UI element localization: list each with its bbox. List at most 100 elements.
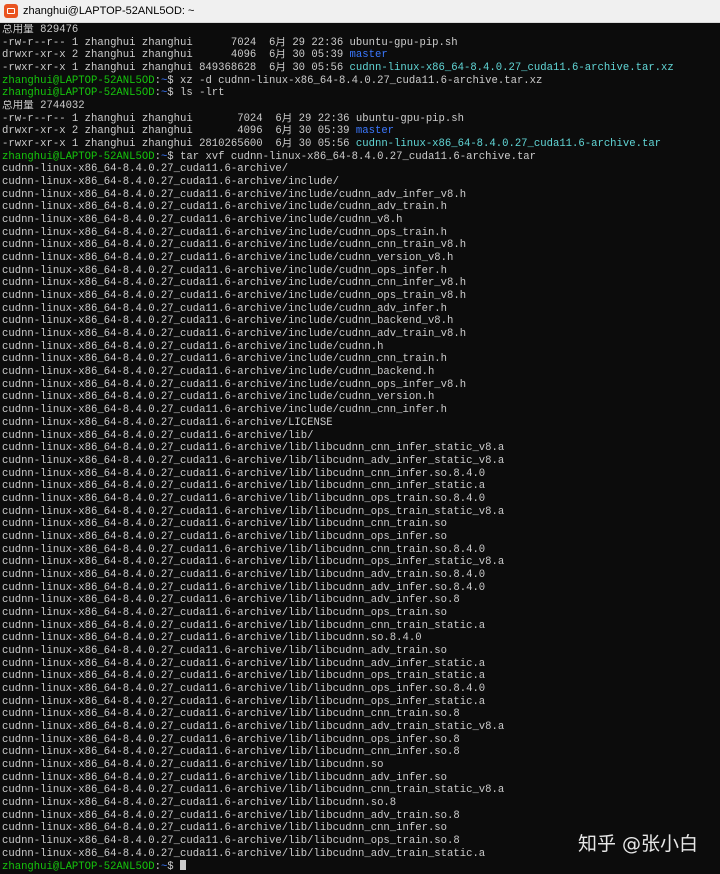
terminal-text: cudnn-linux-x86_64-8.4.0.27_cuda11.6-arc… — [2, 657, 486, 670]
ubuntu-terminal-icon — [4, 4, 18, 18]
terminal-text: 总用量 829476 — [2, 24, 79, 36]
window-titlebar: zhanghui@LAPTOP-52ANL5OD: ~ — [0, 0, 720, 23]
terminal-line: cudnn-linux-x86_64-8.4.0.27_cuda11.6-arc… — [2, 315, 720, 328]
terminal-line: cudnn-linux-x86_64-8.4.0.27_cuda11.6-arc… — [2, 632, 720, 645]
terminal-text: cudnn-linux-x86_64-8.4.0.27_cuda11.6-arc… — [2, 239, 467, 252]
terminal-line: cudnn-linux-x86_64-8.4.0.27_cuda11.6-arc… — [2, 442, 720, 455]
terminal-line: cudnn-linux-x86_64-8.4.0.27_cuda11.6-arc… — [2, 176, 720, 189]
terminal-line: zhanghui@LAPTOP-52ANL5OD:~$ — [2, 860, 720, 873]
terminal-line: cudnn-linux-x86_64-8.4.0.27_cuda11.6-arc… — [2, 784, 720, 797]
terminal-line: cudnn-linux-x86_64-8.4.0.27_cuda11.6-arc… — [2, 417, 720, 430]
terminal-line: cudnn-linux-x86_64-8.4.0.27_cuda11.6-arc… — [2, 797, 720, 810]
terminal-text: cudnn-linux-x86_64-8.4.0.27_cuda11.6-arc… — [2, 404, 448, 417]
terminal-text: cudnn-linux-x86_64-8.4.0.27_cuda11.6-arc… — [2, 771, 448, 784]
terminal-text: cudnn-linux-x86_64-8.4.0.27_cuda11.6-arc… — [2, 442, 505, 455]
terminal-text: cudnn-linux-x86_64-8.4.0.27_cuda11.6-arc… — [2, 252, 454, 265]
terminal-line: cudnn-linux-x86_64-8.4.0.27_cuda11.6-arc… — [2, 696, 720, 709]
terminal-line: cudnn-linux-x86_64-8.4.0.27_cuda11.6-arc… — [2, 658, 720, 671]
terminal-text: -rw-r--r-- 1 zhanghui zhanghui 7024 6月 2… — [2, 36, 458, 49]
terminal-text: cudnn-linux-x86_64-8.4.0.27_cuda11.6-arc… — [2, 226, 448, 239]
prompt-user-host: zhanghui@LAPTOP-52ANL5OD — [2, 87, 155, 100]
terminal-text: cudnn-linux-x86_64-8.4.0.27_cuda11.6-arc… — [2, 467, 486, 480]
terminal-line: cudnn-linux-x86_64-8.4.0.27_cuda11.6-arc… — [2, 468, 720, 481]
terminal-line: cudnn-linux-x86_64-8.4.0.27_cuda11.6-arc… — [2, 430, 720, 443]
terminal-line: cudnn-linux-x86_64-8.4.0.27_cuda11.6-arc… — [2, 772, 720, 785]
terminal-line: cudnn-linux-x86_64-8.4.0.27_cuda11.6-arc… — [2, 759, 720, 772]
terminal-text: cudnn-linux-x86_64-8.4.0.27_cuda11.6-arc… — [2, 188, 467, 201]
terminal-text: 总用量 2744032 — [2, 100, 85, 113]
terminal-line: -rwxr-xr-x 1 zhanghui zhanghui 281026560… — [2, 138, 720, 151]
terminal-text: cudnn-linux-x86_64-8.4.0.27_cuda11.6-arc… — [2, 822, 448, 835]
terminal-text: cudnn-linux-x86_64-8.4.0.27_cuda11.6-arc… — [2, 277, 467, 290]
terminal-text: -rw-r--r-- 1 zhanghui zhanghui 7024 6月 2… — [2, 112, 464, 125]
terminal-text: cudnn-linux-x86_64-8.4.0.27_cuda11.6-arc… — [2, 543, 486, 556]
terminal-text: cudnn-linux-x86_64-8.4.0.27_cuda11.6-arc… — [2, 644, 448, 657]
terminal-text: cudnn-linux-x86_64-8.4.0.27_cuda11.6-arc… — [2, 353, 448, 366]
terminal-text: cudnn-linux-x86_64-8.4.0.27_cuda11.6-arc… — [2, 809, 460, 822]
terminal-line: cudnn-linux-x86_64-8.4.0.27_cuda11.6-arc… — [2, 189, 720, 202]
terminal-line: cudnn-linux-x86_64-8.4.0.27_cuda11.6-arc… — [2, 810, 720, 823]
terminal-text: cudnn-linux-x86_64-8.4.0.27_cuda11.6-arc… — [2, 378, 467, 391]
terminal-line: cudnn-linux-x86_64-8.4.0.27_cuda11.6-arc… — [2, 493, 720, 506]
terminal-text: cudnn-linux-x86_64-8.4.0.27_cuda11.6-arc… — [2, 302, 448, 315]
terminal-text: cudnn-linux-x86_64-8.4.0.27_cuda11.6-arc… — [2, 796, 397, 809]
terminal-line: zhanghui@LAPTOP-52ANL5OD:~$ xz -d cudnn-… — [2, 75, 720, 88]
terminal-text: cudnn-linux-x86_64-8.4.0.27_cuda11.6-arc… — [2, 416, 333, 429]
terminal-output[interactable]: 总用量 829476 -rw-r--r-- 1 zhanghui zhanghui… — [2, 24, 720, 874]
terminal-line: cudnn-linux-x86_64-8.4.0.27_cuda11.6-arc… — [2, 214, 720, 227]
terminal-text: cudnn-linux-x86_64-8.4.0.27_cuda11.6-arc… — [2, 163, 289, 176]
terminal-text: cudnn-linux-x86_64-8.4.0.27_cuda11.6-arc… — [2, 214, 403, 227]
terminal-text: cudnn-linux-x86_64-8.4.0.27_cuda11.6-arc… — [2, 391, 435, 404]
terminal-line: 总用量 829476 — [2, 24, 720, 37]
terminal-text: cudnn-linux-x86_64-8.4.0.27_cuda11.6-arc… — [2, 670, 486, 683]
terminal-text: cudnn-linux-x86_64-8.4.0.27_cuda11.6-arc… — [2, 568, 486, 581]
terminal-line: cudnn-linux-x86_64-8.4.0.27_cuda11.6-arc… — [2, 366, 720, 379]
terminal-text: cudnn-linux-x86_64-8.4.0.27_cuda11.6-arc… — [2, 720, 505, 733]
terminal-text: $ tar xvf cudnn-linux-x86_64-8.4.0.27_cu… — [167, 150, 537, 163]
terminal-line: cudnn-linux-x86_64-8.4.0.27_cuda11.6-arc… — [2, 290, 720, 303]
terminal-line: cudnn-linux-x86_64-8.4.0.27_cuda11.6-arc… — [2, 455, 720, 468]
terminal-line: cudnn-linux-x86_64-8.4.0.27_cuda11.6-arc… — [2, 746, 720, 759]
terminal-line: drwxr-xr-x 2 zhanghui zhanghui 4096 6月 3… — [2, 125, 720, 138]
terminal-text: cudnn-linux-x86_64-8.4.0.27_cuda11.6-arc… — [2, 505, 505, 518]
terminal-text: drwxr-xr-x 2 zhanghui zhanghui 4096 6月 3… — [2, 49, 350, 62]
terminal-text: $ xz -d cudnn-linux-x86_64-8.4.0.27_cuda… — [167, 74, 543, 87]
terminal-line: cudnn-linux-x86_64-8.4.0.27_cuda11.6-arc… — [2, 518, 720, 531]
terminal-text: cudnn-linux-x86_64-8.4.0.27_cuda11.6-arc… — [2, 454, 505, 467]
terminal-text: cudnn-linux-x86_64-8.4.0.27_cuda11.6-arc… — [2, 340, 384, 353]
directory-name: master — [355, 125, 395, 138]
archive-filename: cudnn-linux-x86_64-8.4.0.27_cuda11.6-arc… — [355, 138, 662, 151]
terminal-line: cudnn-linux-x86_64-8.4.0.27_cuda11.6-arc… — [2, 163, 720, 176]
terminal-text: drwxr-xr-x 2 zhanghui zhanghui 4096 6月 3… — [2, 125, 356, 138]
terminal-text: cudnn-linux-x86_64-8.4.0.27_cuda11.6-arc… — [2, 264, 448, 277]
terminal-line: cudnn-linux-x86_64-8.4.0.27_cuda11.6-arc… — [2, 277, 720, 290]
terminal-line: cudnn-linux-x86_64-8.4.0.27_cuda11.6-arc… — [2, 341, 720, 354]
terminal-line: cudnn-linux-x86_64-8.4.0.27_cuda11.6-arc… — [2, 708, 720, 721]
terminal-line: cudnn-linux-x86_64-8.4.0.27_cuda11.6-arc… — [2, 391, 720, 404]
prompt-user-host: zhanghui@LAPTOP-52ANL5OD — [2, 861, 155, 874]
window-title: zhanghui@LAPTOP-52ANL5OD: ~ — [23, 5, 195, 17]
terminal-line: cudnn-linux-x86_64-8.4.0.27_cuda11.6-arc… — [2, 353, 720, 366]
terminal-line: cudnn-linux-x86_64-8.4.0.27_cuda11.6-arc… — [2, 252, 720, 265]
terminal-text: cudnn-linux-x86_64-8.4.0.27_cuda11.6-arc… — [2, 594, 460, 607]
terminal-text: cudnn-linux-x86_64-8.4.0.27_cuda11.6-arc… — [2, 695, 486, 708]
terminal-text: cudnn-linux-x86_64-8.4.0.27_cuda11.6-arc… — [2, 518, 448, 531]
terminal-text: -rwxr-xr-x 1 zhanghui zhanghui 281026560… — [2, 138, 356, 151]
terminal-text: cudnn-linux-x86_64-8.4.0.27_cuda11.6-arc… — [2, 366, 435, 379]
terminal-text: cudnn-linux-x86_64-8.4.0.27_cuda11.6-arc… — [2, 682, 486, 695]
watermark: 知乎 @张小白 — [577, 833, 698, 855]
terminal-line: cudnn-linux-x86_64-8.4.0.27_cuda11.6-arc… — [2, 683, 720, 696]
terminal-line: cudnn-linux-x86_64-8.4.0.27_cuda11.6-arc… — [2, 556, 720, 569]
terminal-line: cudnn-linux-x86_64-8.4.0.27_cuda11.6-arc… — [2, 303, 720, 316]
terminal-line: cudnn-linux-x86_64-8.4.0.27_cuda11.6-arc… — [2, 607, 720, 620]
terminal-line: cudnn-linux-x86_64-8.4.0.27_cuda11.6-arc… — [2, 594, 720, 607]
terminal-text: cudnn-linux-x86_64-8.4.0.27_cuda11.6-arc… — [2, 556, 505, 569]
terminal-line: cudnn-linux-x86_64-8.4.0.27_cuda11.6-arc… — [2, 480, 720, 493]
terminal-line: cudnn-linux-x86_64-8.4.0.27_cuda11.6-arc… — [2, 734, 720, 747]
terminal-line: cudnn-linux-x86_64-8.4.0.27_cuda11.6-arc… — [2, 670, 720, 683]
terminal-line: cudnn-linux-x86_64-8.4.0.27_cuda11.6-arc… — [2, 721, 720, 734]
terminal-text: cudnn-linux-x86_64-8.4.0.27_cuda11.6-arc… — [2, 530, 448, 543]
terminal-text: cudnn-linux-x86_64-8.4.0.27_cuda11.6-arc… — [2, 606, 448, 619]
terminal-line: cudnn-linux-x86_64-8.4.0.27_cuda11.6-arc… — [2, 227, 720, 240]
terminal-line: -rwxr-xr-x 1 zhanghui zhanghui 849368628… — [2, 62, 720, 75]
